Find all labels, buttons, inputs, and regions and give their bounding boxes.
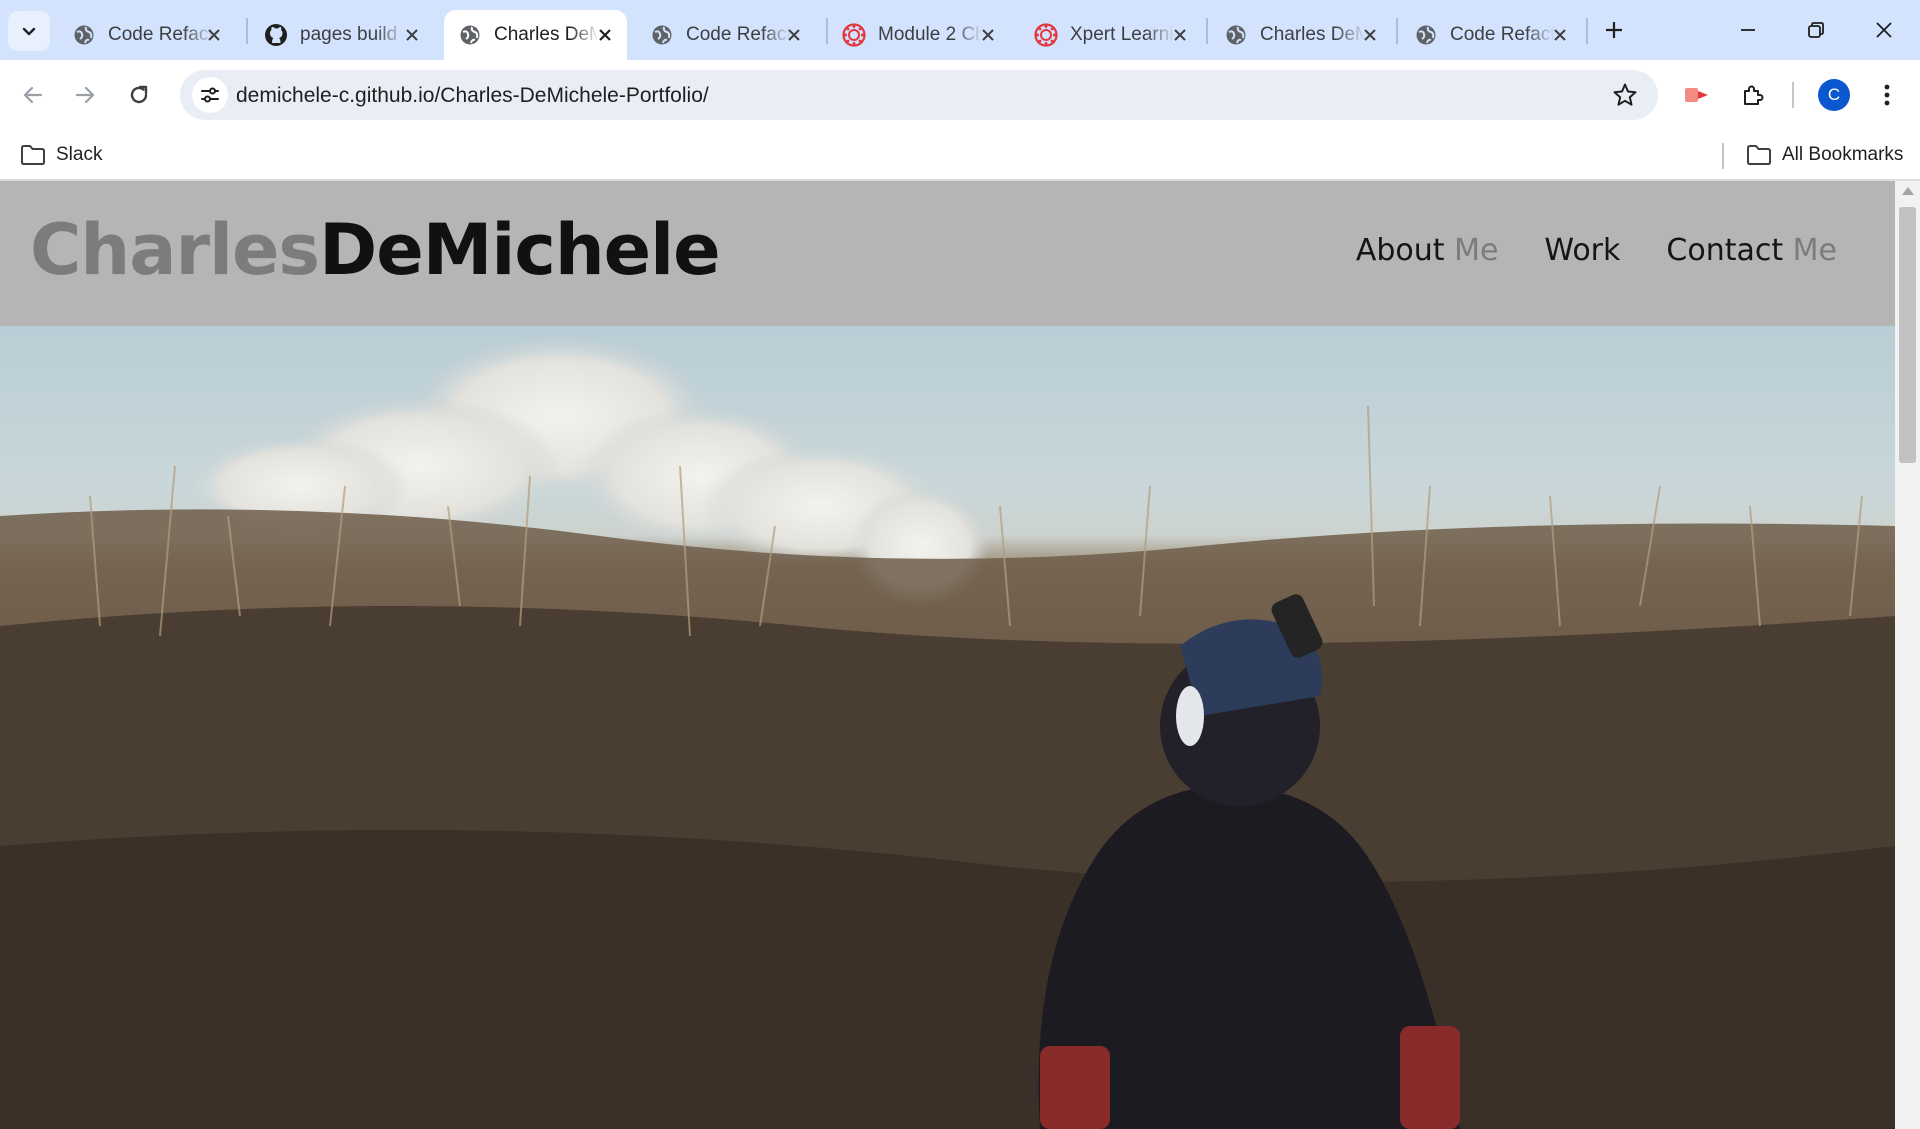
site-settings-icon[interactable] [192, 77, 228, 113]
globe-icon [1414, 23, 1438, 47]
nav-about-main: About [1355, 233, 1445, 268]
tab-code-refactor-1[interactable]: Code Refactor [58, 10, 236, 60]
tab-xpert-learning[interactable]: Xpert Learning Assistant [1020, 10, 1202, 60]
tab-divider [246, 18, 248, 44]
profile-avatar[interactable]: C [1818, 79, 1850, 111]
bookmarks-divider [1722, 143, 1724, 169]
bookmark-label: All Bookmarks [1782, 144, 1904, 165]
menu-kebab-icon[interactable] [1870, 78, 1904, 112]
hero-image [0, 326, 1895, 1129]
site-header: CharlesDeMichele About Me Work Contact M… [0, 181, 1895, 326]
github-icon [264, 23, 288, 47]
restore-button[interactable] [1794, 12, 1838, 48]
arrow-right-icon [75, 86, 95, 104]
reload-button[interactable] [118, 74, 160, 116]
bookmark-label: Slack [56, 144, 103, 165]
scroll-up-arrow-icon[interactable] [1902, 187, 1914, 195]
logo-first-name: Charles [30, 209, 320, 291]
tab-title: Xpert Learning Assistant [1070, 24, 1175, 45]
tab-code-refactor-2[interactable]: Code Refactor [636, 10, 816, 60]
scroll-thumb[interactable] [1899, 207, 1916, 463]
all-bookmarks-button[interactable]: All Bookmarks [1746, 140, 1903, 170]
close-icon[interactable] [400, 23, 424, 47]
globe-icon [650, 23, 674, 47]
nav-contact-suffix: Me [1783, 233, 1837, 268]
minimize-button[interactable] [1726, 12, 1770, 48]
plus-icon [1606, 22, 1622, 38]
canvas-icon [842, 23, 866, 47]
bookmark-star-icon[interactable] [1612, 82, 1638, 108]
tab-title: Charles DeMichele [1260, 24, 1365, 45]
back-button[interactable] [12, 74, 54, 116]
close-icon[interactable] [1168, 23, 1192, 47]
tab-charles-demichele-active[interactable]: Charles DeMichele [444, 10, 627, 60]
tab-title: Charles DeMichele [494, 24, 599, 45]
tab-title: Code Refactor [686, 24, 791, 45]
canvas-icon [1034, 23, 1058, 47]
url-text[interactable]: demichele-c.github.io/Charles-DeMichele-… [236, 84, 709, 108]
folder-icon [21, 145, 45, 165]
chevron-down-icon [22, 27, 36, 36]
tab-divider [1396, 18, 1398, 44]
bookmark-slack[interactable]: Slack [20, 140, 102, 170]
logo-last-name: DeMichele [319, 209, 721, 291]
extensions-puzzle-icon[interactable] [1736, 78, 1770, 112]
close-icon [1876, 22, 1892, 38]
nav-contact-me[interactable]: Contact Me [1666, 233, 1837, 268]
tab-search-button[interactable] [8, 11, 50, 51]
restore-icon [1808, 22, 1824, 38]
nav-about-me[interactable]: About Me [1356, 233, 1499, 268]
tab-module-2-challenge[interactable]: Module 2 Challenge [828, 10, 1010, 60]
close-icon[interactable] [1358, 23, 1382, 47]
tab-title: Module 2 Challenge [878, 24, 983, 45]
reload-icon [130, 85, 148, 104]
new-tab-button[interactable] [1598, 14, 1630, 46]
globe-icon [1224, 23, 1248, 47]
nav-work[interactable]: Work [1544, 233, 1620, 268]
minimize-icon [1741, 29, 1755, 31]
tab-title: Code Refactor [108, 24, 213, 45]
nav-work-main: Work [1544, 233, 1621, 268]
browser-toolbar: demichele-c.github.io/Charles-DeMichele-… [0, 60, 1920, 130]
nav-contact-main: Contact [1666, 233, 1784, 268]
address-bar[interactable]: demichele-c.github.io/Charles-DeMichele-… [180, 70, 1658, 120]
forward-button[interactable] [64, 74, 106, 116]
page-scrollbar[interactable] [1895, 181, 1920, 1129]
close-icon[interactable] [593, 23, 617, 47]
toolbar-divider [1792, 82, 1794, 108]
page-viewport: CharlesDeMichele About Me Work Contact M… [0, 181, 1920, 1129]
close-icon[interactable] [202, 23, 226, 47]
tab-title: pages build and deployment [300, 24, 405, 45]
arrow-left-icon [23, 86, 43, 104]
globe-icon [72, 23, 96, 47]
bookmarks-bar: Slack All Bookmarks [0, 130, 1920, 181]
globe-icon [458, 23, 482, 47]
site-nav: About Me Work Contact Me [1356, 233, 1837, 268]
tab-strip: Code Refactor pages build and deployment… [0, 0, 1920, 60]
tab-title: Code Refactor [1450, 24, 1555, 45]
hero-photo [0, 336, 1895, 1129]
tab-code-refactor-3[interactable]: Code Refactor [1400, 10, 1582, 60]
close-icon[interactable] [976, 23, 1000, 47]
tab-divider [1586, 18, 1588, 44]
nav-about-suffix: Me [1444, 233, 1499, 268]
tab-pages-build[interactable]: pages build and deployment [250, 10, 434, 60]
site-logo[interactable]: CharlesDeMichele [30, 215, 721, 285]
tab-divider [1206, 18, 1208, 44]
tab-charles-demichele-2[interactable]: Charles DeMichele [1210, 10, 1392, 60]
folder-icon [1747, 145, 1771, 165]
close-icon[interactable] [782, 23, 806, 47]
cast-extension-icon[interactable] [1680, 78, 1714, 112]
close-icon[interactable] [1548, 23, 1572, 47]
close-window-button[interactable] [1862, 12, 1906, 48]
